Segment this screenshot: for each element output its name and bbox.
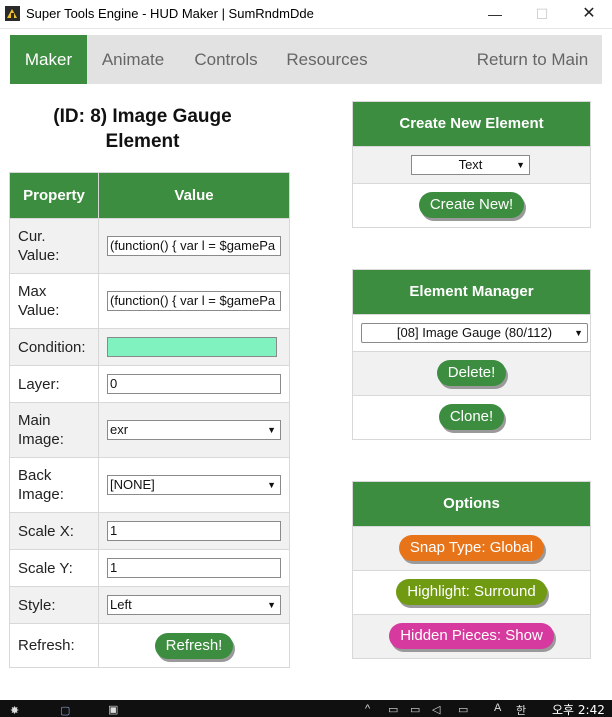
close-button[interactable]: ✕ <box>566 0 612 28</box>
element-title-line2: Element <box>105 131 180 152</box>
manager-panel-title: Element Manager <box>353 270 590 314</box>
chevron-down-icon: ▼ <box>267 600 276 610</box>
row-scale-x: Scale X: 1 <box>9 512 290 550</box>
lang-indicator[interactable]: 한 <box>516 702 526 717</box>
tab-controls[interactable]: Controls <box>184 35 268 84</box>
main-nav: Maker Animate Controls Resources Return … <box>10 35 602 84</box>
row-back-image: Back Image: [NONE] ▼ <box>9 457 290 513</box>
maximize-button[interactable]: ☐ <box>519 0 565 28</box>
tray-arrow-icon[interactable]: ^ <box>365 703 370 715</box>
keyboard-icon[interactable]: ▭ <box>458 703 468 716</box>
create-element-panel: Create New Element Text ▼ Create New! <box>352 101 591 228</box>
max-value-label: Max Value: <box>9 273 99 329</box>
delete-button[interactable]: Delete! <box>436 360 507 386</box>
network-icon[interactable]: ▭ <box>388 703 398 716</box>
back-image-value: [NONE] <box>110 477 155 492</box>
element-list-select[interactable]: [08] Image Gauge (80/112) ▼ <box>361 323 588 343</box>
minimize-button[interactable]: — <box>472 0 518 28</box>
hidden-pieces-button[interactable]: Hidden Pieces: Show <box>389 623 554 649</box>
chevron-down-icon: ▼ <box>267 480 276 490</box>
main-image-label: Main Image: <box>9 402 99 458</box>
chat-app-icon[interactable]: ▢ <box>60 704 70 717</box>
cur-value-label: Cur. Value: <box>9 218 99 274</box>
snap-type-button[interactable]: Snap Type: Global <box>398 535 545 561</box>
style-value: Left <box>110 597 132 612</box>
create-panel-title: Create New Element <box>353 102 590 146</box>
max-value-input[interactable]: (function() { var l = $gamePa <box>107 291 281 311</box>
row-layer: Layer: 0 <box>9 365 290 403</box>
tab-animate[interactable]: Animate <box>94 35 172 84</box>
scale-y-label: Scale Y: <box>9 549 99 587</box>
main-image-select[interactable]: exr ▼ <box>107 420 281 440</box>
snap-row: Snap Type: Global <box>353 526 590 570</box>
title-bar: Super Tools Engine - HUD Maker | SumRndm… <box>0 0 612 29</box>
row-max-value: Max Value: (function() { var l = $gamePa <box>9 273 290 329</box>
scale-x-label: Scale X: <box>9 512 99 550</box>
hidden-pieces-row: Hidden Pieces: Show <box>353 614 590 658</box>
create-button-row: Create New! <box>353 183 590 227</box>
back-image-select[interactable]: [NONE] ▼ <box>107 475 281 495</box>
clone-row: Clone! <box>353 395 590 439</box>
chevron-down-icon: ▼ <box>574 328 583 338</box>
taskbar: ✸ ▢ ▣ ^ ▭ ▭ ◁ ▭ A 한 오후 2:42 <box>0 700 612 717</box>
style-label: Style: <box>9 586 99 624</box>
element-type-select[interactable]: Text ▼ <box>411 155 530 175</box>
layer-input[interactable]: 0 <box>107 374 281 394</box>
cur-value-input[interactable]: (function() { var l = $gamePa <box>107 236 281 256</box>
refresh-label: Refresh: <box>9 623 99 668</box>
chevron-down-icon: ▼ <box>516 160 525 170</box>
refresh-button[interactable]: Refresh! <box>154 632 234 659</box>
create-type-row: Text ▼ <box>353 146 590 183</box>
monitor-icon[interactable]: ▭ <box>410 703 420 716</box>
options-panel-title: Options <box>353 482 590 526</box>
element-manager-panel: Element Manager [08] Image Gauge (80/112… <box>352 269 591 440</box>
volume-icon[interactable]: ◁ <box>432 703 440 716</box>
taskbar-clock[interactable]: 오후 2:42 <box>552 701 605 717</box>
window-title: Super Tools Engine - HUD Maker | SumRndm… <box>26 6 314 21</box>
back-image-label: Back Image: <box>9 457 99 513</box>
start-icon[interactable]: ✸ <box>10 704 19 717</box>
highlight-button[interactable]: Highlight: Surround <box>396 579 547 605</box>
clone-button[interactable]: Clone! <box>438 404 505 430</box>
create-new-button[interactable]: Create New! <box>418 192 525 218</box>
style-select[interactable]: Left ▼ <box>107 595 281 615</box>
element-list-value: [08] Image Gauge (80/112) <box>396 325 553 340</box>
condition-label: Condition: <box>9 328 99 366</box>
app-icon <box>5 6 20 21</box>
row-style: Style: Left ▼ <box>9 586 290 624</box>
layer-label: Layer: <box>9 365 99 403</box>
return-to-main-link[interactable]: Return to Main <box>470 35 595 84</box>
tab-maker[interactable]: Maker <box>10 35 87 84</box>
chevron-down-icon: ▼ <box>267 425 276 435</box>
condition-input[interactable] <box>107 337 277 357</box>
row-main-image: Main Image: exr ▼ <box>9 402 290 458</box>
main-image-value: exr <box>110 422 129 437</box>
row-scale-y: Scale Y: 1 <box>9 549 290 587</box>
options-panel: Options Snap Type: Global Highlight: Sur… <box>352 481 591 659</box>
element-title-line1: (ID: 8) Image Gauge <box>53 106 232 127</box>
row-condition: Condition: <box>9 328 290 366</box>
properties-table: Property Value Cur. Value: (function() {… <box>9 172 290 668</box>
delete-row: Delete! <box>353 351 590 395</box>
window-app-icon[interactable]: ▣ <box>108 703 118 716</box>
ime-indicator[interactable]: A <box>494 702 501 714</box>
scale-y-input[interactable]: 1 <box>107 558 281 578</box>
highlight-row: Highlight: Surround <box>353 570 590 614</box>
manager-select-row: [08] Image Gauge (80/112) ▼ <box>353 314 590 351</box>
header-value: Value <box>98 172 290 219</box>
scale-x-input[interactable]: 1 <box>107 521 281 541</box>
header-property: Property <box>9 172 99 219</box>
row-refresh: Refresh: Refresh! <box>9 623 290 668</box>
element-type-value: Text <box>458 157 483 172</box>
tab-resources[interactable]: Resources <box>280 35 374 84</box>
row-cur-value: Cur. Value: (function() { var l = $gameP… <box>9 218 290 274</box>
element-title: (ID: 8) Image Gauge Element <box>10 104 275 154</box>
